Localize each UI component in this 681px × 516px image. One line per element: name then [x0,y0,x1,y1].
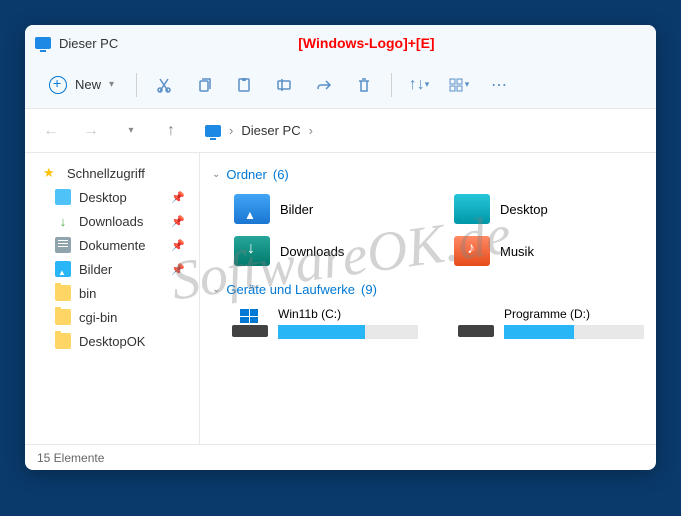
drives-grid: Win11b (C:) Programme (D:) [212,303,644,339]
sidebar-item-documents[interactable]: Dokumente 📌 [25,233,199,257]
folder-downloads[interactable]: Downloads [232,234,412,268]
document-icon [55,237,71,253]
folder-icon [55,309,71,325]
sidebar-item-pictures[interactable]: Bilder 📌 [25,257,199,281]
section-label: Geräte und Laufwerke [226,282,355,297]
sidebar-item-label: cgi-bin [79,310,117,325]
sidebar-item-label: Bilder [79,262,112,277]
sidebar-quick-access[interactable]: ★ Schnellzugriff [25,161,199,185]
sidebar-item-label: Desktop [79,190,127,205]
folder-icon [55,285,71,301]
main-pane: ⌄ Ordner (6) Bilder Desktop Downloads [200,153,656,444]
downloads-folder-icon [234,236,270,266]
pin-icon: 📌 [171,263,185,276]
sidebar-item-desktopok[interactable]: DesktopOK [25,329,199,353]
folder-bilder[interactable]: Bilder [232,192,412,226]
folder-icon [55,333,71,349]
sidebar-item-downloads[interactable]: ↓ Downloads 📌 [25,209,199,233]
drive-icon [458,307,494,337]
chevron-right-icon: › [229,123,233,138]
separator [391,73,392,97]
titlebar: Dieser PC [Windows-Logo]+[E] [25,25,656,61]
drive-c[interactable]: Win11b (C:) [232,307,418,339]
chevron-down-icon: ▾ [109,79,114,90]
sidebar-item-desktop[interactable]: Desktop 📌 [25,185,199,209]
item-count: 15 Elemente [37,451,104,465]
sidebar-item-bin[interactable]: bin [25,281,199,305]
folder-label: Bilder [280,202,313,217]
folder-musik[interactable]: Musik [452,234,632,268]
desktop-icon [55,189,71,205]
download-icon: ↓ [55,213,71,229]
this-pc-icon [205,125,221,137]
toolbar: New ▾ ↑↓▾ ▾ ⋯ [25,61,656,109]
rename-button[interactable] [267,68,301,102]
breadcrumb-location: Dieser PC [241,123,300,138]
up-button[interactable]: ↑ [157,117,185,145]
pin-icon: 📌 [171,191,185,204]
desktop-folder-icon [454,194,490,224]
section-label: Ordner [226,167,266,182]
sort-button[interactable]: ↑↓▾ [402,68,436,102]
cut-button[interactable] [147,68,181,102]
star-icon: ★ [43,165,59,181]
breadcrumb[interactable]: › Dieser PC › [205,123,313,138]
drive-usage-bar [504,325,644,339]
section-count: (9) [361,282,377,297]
copy-button[interactable] [187,68,221,102]
drive-usage-bar [278,325,418,339]
sidebar-item-label: Schnellzugriff [67,166,145,181]
new-button[interactable]: New ▾ [37,70,126,100]
forward-button[interactable]: → [77,117,105,145]
sidebar-item-label: bin [79,286,96,301]
separator [136,73,137,97]
delete-button[interactable] [347,68,381,102]
pictures-folder-icon [234,194,270,224]
statusbar: 15 Elemente [25,444,656,470]
chevron-down-icon: ⌄ [212,169,220,180]
sidebar-item-label: Dokumente [79,238,145,253]
pin-icon: 📌 [171,215,185,228]
section-folders-header[interactable]: ⌄ Ordner (6) [212,161,644,188]
view-button[interactable]: ▾ [442,68,476,102]
navbar: ← → ▾ ↑ › Dieser PC › [25,109,656,153]
sidebar-item-cgi-bin[interactable]: cgi-bin [25,305,199,329]
drive-label: Win11b (C:) [278,307,418,321]
pin-icon: 📌 [171,239,185,252]
content-area: ★ Schnellzugriff Desktop 📌 ↓ Downloads 📌… [25,153,656,444]
folder-desktop[interactable]: Desktop [452,192,632,226]
sidebar: ★ Schnellzugriff Desktop 📌 ↓ Downloads 📌… [25,153,200,444]
share-button[interactable] [307,68,341,102]
windows-icon [240,309,258,323]
plus-icon [49,76,67,94]
folder-label: Musik [500,244,534,259]
drive-d[interactable]: Programme (D:) [458,307,644,339]
hotkey-annotation: [Windows-Logo]+[E] [298,35,434,51]
folders-grid: Bilder Desktop Downloads Musik [212,188,644,276]
folder-label: Desktop [500,202,548,217]
sidebar-item-label: Downloads [79,214,143,229]
section-count: (6) [273,167,289,182]
drive-icon [232,307,268,337]
explorer-window: Dieser PC [Windows-Logo]+[E] New ▾ ↑↓▾ ▾… [25,25,656,470]
chevron-down-icon: ⌄ [212,284,220,295]
section-drives-header[interactable]: ⌄ Geräte und Laufwerke (9) [212,276,644,303]
drive-label: Programme (D:) [504,307,644,321]
back-button[interactable]: ← [37,117,65,145]
this-pc-icon [35,37,51,49]
paste-button[interactable] [227,68,261,102]
sidebar-item-label: DesktopOK [79,334,145,349]
more-button[interactable]: ⋯ [482,68,516,102]
chevron-right-icon: › [309,123,313,138]
new-button-label: New [75,77,101,92]
window-title: Dieser PC [59,36,118,51]
music-folder-icon [454,236,490,266]
recent-dropdown[interactable]: ▾ [117,117,145,145]
pictures-icon [55,261,71,277]
folder-label: Downloads [280,244,344,259]
